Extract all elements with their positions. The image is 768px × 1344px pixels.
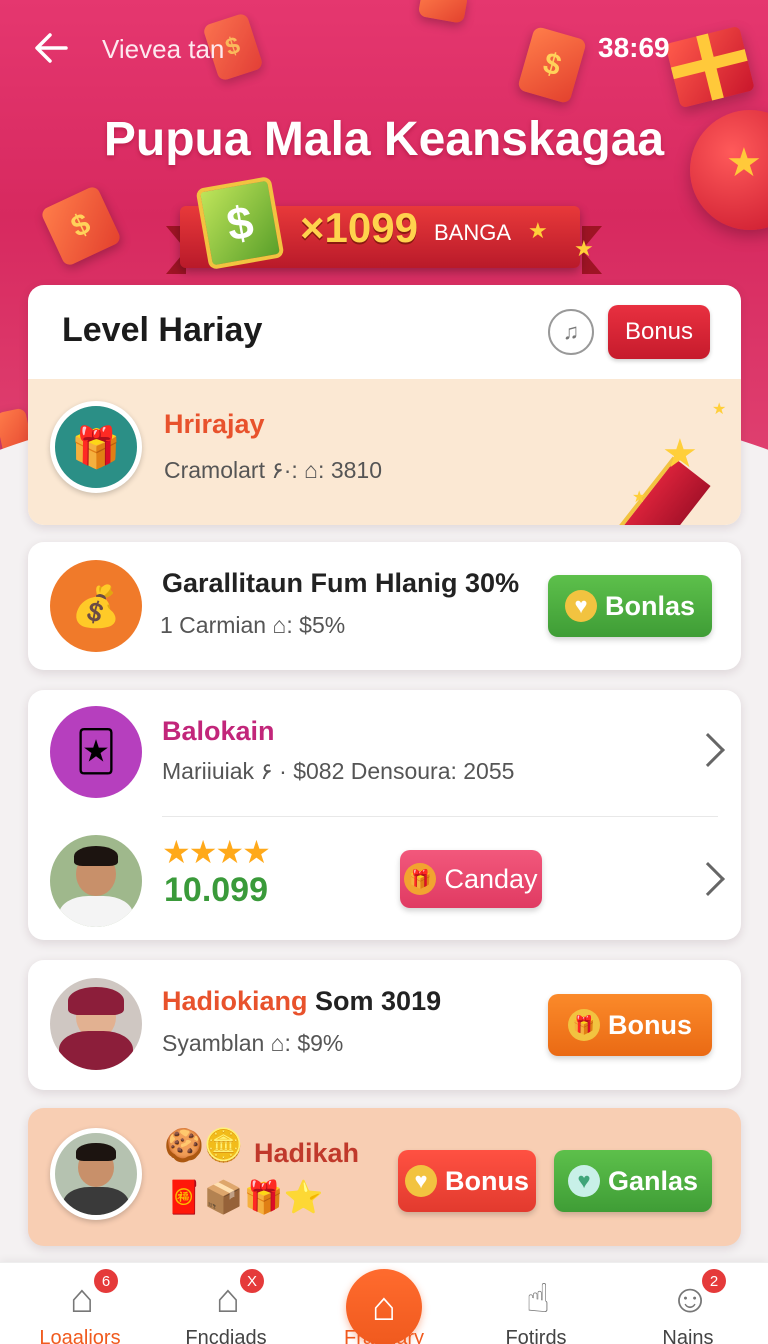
star-icon: ★	[574, 236, 594, 261]
level-row[interactable]: 🎁 Hrirajay Cramolart ۶·: ⌂: 3810 ★ ★ ★	[28, 379, 741, 525]
level-row-detail: Cramolart ۶·: ⌂: 3810	[164, 457, 382, 483]
item-detail: Mariiuiak ۶ · $082 Densoura: 2055	[162, 758, 515, 784]
top-bar: Vievea tan 38:69	[0, 22, 768, 74]
heart-coin-icon: ♥	[564, 590, 597, 622]
level-title: Level Hariay	[62, 311, 263, 349]
avatar	[50, 835, 142, 927]
nav-badge: 6	[94, 1269, 118, 1293]
arrow-left-icon	[35, 33, 68, 63]
star-icon: ★	[662, 432, 698, 476]
score-value: 10.099	[164, 871, 268, 909]
gift-icon: 🎁	[404, 863, 437, 895]
level-row-name: Hrirajay	[164, 409, 265, 439]
list-item[interactable]: 🍪🪙 Hadikah 🧧📦🎁⭐ ♥ Bonus ♥ Ganlas	[28, 1108, 741, 1246]
coin-decoration	[417, 0, 469, 24]
list-item[interactable]: 💰 Garallitaun Fum Hlanig 30% 1 Carmian ⌂…	[28, 542, 741, 670]
bonus-button[interactable]: ♥ Bonus	[398, 1150, 536, 1212]
star-icon: ★	[712, 401, 727, 418]
gift-icon: 🎁	[568, 1009, 600, 1041]
page-title: Pupua Mala Keanskagaa	[103, 113, 665, 166]
gift-box-icon: 🎁	[50, 401, 142, 493]
reward-unit: BANGA	[434, 220, 512, 245]
star-icon: ★	[632, 489, 647, 506]
nav-label: Fncdiads	[185, 1327, 267, 1344]
money-bag-icon: 💰	[50, 560, 142, 652]
bottom-nav: ⌂ 6 Loaaliors ⌂ X Fncdiads Fraudary ⌂ ☝ …	[0, 1262, 768, 1344]
list-item[interactable]: ★★★★ 10.099 🎁 Canday	[28, 817, 741, 940]
music-button[interactable]: ♫	[548, 309, 594, 355]
ganlas-button[interactable]: ♥ Ganlas	[554, 1150, 712, 1212]
music-note-icon: ♫	[562, 319, 580, 344]
heart-coin-icon: ♥	[405, 1165, 437, 1197]
nav-item-fncdiads[interactable]: ⌂ X Fncdiads	[166, 1263, 286, 1344]
canday-button[interactable]: 🎁 Canday	[400, 850, 542, 908]
item-title: Hadikah	[254, 1138, 360, 1168]
nav-item-fotirds[interactable]: ☝ Fotirds	[476, 1263, 596, 1344]
level-card: Level Hariay ♫ Bonus 🎁 Hrirajay Cramolar…	[28, 285, 741, 525]
card-pack-icon: 🃏	[50, 706, 142, 798]
back-button[interactable]	[30, 26, 74, 70]
item-title: Balokain	[162, 716, 275, 746]
bonlas-button[interactable]: ♥ Bonlas	[548, 575, 712, 637]
avatar	[50, 978, 142, 1070]
level-header: Level Hariay ♫ Bonus	[28, 285, 741, 379]
nav-badge: X	[240, 1269, 264, 1293]
star-icon: ★	[528, 218, 548, 243]
chevron-right-icon	[691, 862, 725, 896]
button-label: Bonus	[608, 1009, 692, 1040]
item-detail: 1 Carmian ⌂: $5%	[160, 612, 346, 638]
list-item[interactable]: Hadiokiang Som 3019 Syamblan ⌂: $9% 🎁 Bo…	[28, 960, 741, 1090]
thumb-icon: ☝	[525, 1277, 551, 1321]
bonus-button[interactable]: 🎁 Bonus	[548, 994, 712, 1056]
reward-amount: ×1099	[300, 204, 418, 251]
header-subtitle: Vievea tan	[102, 34, 225, 64]
nav-item-nains[interactable]: ☺ 2 Nains	[628, 1263, 748, 1344]
sticker-decoration: 🧧📦🎁⭐	[164, 1179, 324, 1215]
cash-icon: $	[195, 176, 285, 270]
reward-ribbon: $ ×1099 BANGA ★ ★	[166, 176, 602, 274]
home-icon[interactable]: ⌂	[346, 1269, 422, 1344]
nav-label: Loaaliors	[39, 1327, 121, 1344]
nav-label: Fotirds	[505, 1327, 567, 1344]
header-counter: 38:69	[598, 32, 670, 63]
button-label: Canday	[444, 863, 538, 894]
coin-decoration: $	[39, 184, 123, 268]
item-title: Hadiokiang Som 3019	[162, 986, 442, 1016]
rating-stars: ★★★★	[162, 834, 271, 870]
heart-icon: ♥	[567, 1165, 600, 1197]
nav-label: Nains	[662, 1327, 714, 1344]
nav-badge: 2	[702, 1269, 726, 1293]
list-group: 🃏 Balokain Mariiuiak ۶ · $082 Densoura: …	[28, 690, 741, 940]
button-label: Bonlas	[604, 590, 696, 621]
item-detail: Syamblan ⌂: $9%	[162, 1030, 344, 1056]
chevron-right-icon	[691, 733, 725, 767]
button-label: Bonus	[445, 1165, 529, 1196]
sticker-decoration: 🍪🪙	[164, 1127, 244, 1163]
item-title: Garallitaun Fum Hlanig 30%	[162, 568, 520, 598]
avatar	[50, 1128, 142, 1220]
level-bonus-button[interactable]: Bonus	[608, 305, 710, 359]
button-label: Ganlas	[607, 1165, 699, 1196]
list-item[interactable]: 🃏 Balokain Mariiuiak ۶ · $082 Densoura: …	[28, 690, 741, 816]
nav-item-loaaliors[interactable]: ⌂ 6 Loaaliors	[20, 1263, 140, 1344]
